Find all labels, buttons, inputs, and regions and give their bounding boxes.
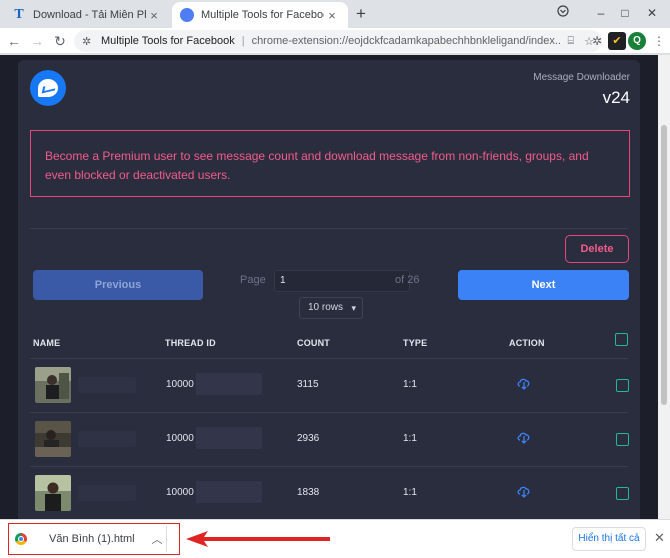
avatar: [35, 367, 71, 403]
column-header-action: ACTION: [509, 338, 545, 348]
message-count: 3115: [297, 379, 319, 390]
tab-close-icon[interactable]: ×: [324, 8, 340, 23]
annotation-arrow-icon: [186, 531, 330, 547]
app-version: v24: [602, 88, 630, 107]
blurred-thread-id: [196, 427, 262, 449]
avatar: [35, 421, 71, 457]
blurred-name: [78, 431, 136, 447]
back-button[interactable]: ←: [4, 31, 24, 51]
rows-per-page-select[interactable]: 10 rows ▾: [299, 297, 363, 319]
messenger-logo-icon: [30, 70, 66, 106]
tab-close-icon[interactable]: ×: [146, 8, 162, 23]
cloud-download-icon[interactable]: [516, 375, 532, 391]
forward-button[interactable]: →: [27, 31, 47, 51]
app-subtitle: Message Downloader: [533, 72, 630, 83]
profile-avatar[interactable]: Q: [628, 32, 646, 50]
column-header-thread-id: THREAD ID: [165, 338, 216, 348]
cloud-download-icon[interactable]: [516, 483, 532, 499]
thread-id: 10000: [166, 487, 194, 498]
blurred-name: [78, 377, 136, 393]
maximize-button[interactable]: □: [614, 3, 636, 23]
tab-multiple-tools[interactable]: Multiple Tools for Facebook by L ×: [172, 2, 348, 28]
scrollbar-thumb[interactable]: [661, 125, 667, 405]
extension-pin-icon[interactable]: ✔: [608, 32, 626, 50]
column-header-name: NAME: [33, 338, 61, 348]
show-all-button[interactable]: Hiển thị tất cả: [572, 527, 646, 551]
address-separator: |: [241, 35, 245, 47]
delete-button[interactable]: Delete: [565, 235, 629, 263]
previous-button[interactable]: Previous: [33, 270, 203, 300]
message-count: 1838: [297, 487, 320, 498]
extension-page: Message Downloader v24 Become a Premium …: [0, 55, 670, 519]
close-window-button[interactable]: ✕: [641, 3, 663, 23]
premium-notice: Become a Premium user to see message cou…: [30, 130, 630, 197]
rows-per-page-value: 10 rows: [308, 302, 344, 313]
new-tab-button[interactable]: +: [352, 5, 370, 23]
column-header-type: TYPE: [403, 338, 428, 348]
page-scrollbar[interactable]: [658, 55, 670, 519]
avatar: [35, 475, 71, 511]
download-shelf: Văn Bình (1).html ︿ Hiển thị tất cả ✕: [0, 519, 670, 558]
translate-icon[interactable]: ⌸: [568, 35, 575, 48]
column-header-count: COUNT: [297, 338, 330, 348]
chrome-account-icon[interactable]: [552, 3, 574, 23]
page-number-input[interactable]: 1: [274, 270, 410, 292]
chevron-down-icon: ▾: [351, 303, 356, 313]
next-button[interactable]: Next: [458, 270, 629, 300]
row-checkbox[interactable]: [616, 433, 629, 446]
table-row: 10000 2936 1:1: [30, 413, 629, 467]
table-row: 10000 1838 1:1: [30, 467, 629, 519]
thread-type: 1:1: [403, 487, 417, 498]
main-card: Message Downloader v24 Become a Premium …: [18, 60, 640, 519]
close-shelf-icon[interactable]: ✕: [654, 530, 665, 546]
chrome-file-icon: [15, 533, 27, 545]
chrome-menu-icon[interactable]: ⋮: [650, 32, 668, 50]
tab-download[interactable]: T Download - Tải Miễn Phí VN - Ph ×: [4, 2, 170, 28]
chevron-up-icon[interactable]: ︿: [147, 531, 167, 547]
message-count: 2936: [297, 433, 320, 444]
thread-type: 1:1: [403, 379, 417, 390]
row-checkbox[interactable]: [616, 487, 629, 500]
tab-title: Multiple Tools for Facebook by L: [201, 9, 324, 21]
blurred-thread-id: [196, 373, 262, 395]
cloud-download-icon[interactable]: [516, 429, 532, 445]
blurred-thread-id: [196, 481, 262, 503]
select-all-checkbox[interactable]: [615, 333, 628, 346]
section-divider: [30, 228, 628, 229]
extension-favicon-icon: [180, 8, 194, 22]
row-checkbox[interactable]: [616, 379, 629, 392]
address-origin: Multiple Tools for Facebook: [101, 35, 235, 47]
tab-favicon-t-icon: T: [14, 7, 24, 22]
table-row: 10000 3115 1:1: [30, 359, 629, 413]
tab-title: Download - Tải Miễn Phí VN - Ph: [33, 9, 146, 21]
address-url: chrome-extension://eojdckfcadamkapabechh…: [251, 35, 568, 47]
thread-type: 1:1: [403, 433, 417, 444]
download-separator: [166, 526, 167, 552]
download-item[interactable]: Văn Bình (1).html ︿: [8, 523, 180, 555]
extensions-puzzle-icon[interactable]: ✲: [588, 32, 606, 50]
extension-puzzle-icon: ✲: [82, 35, 92, 48]
blurred-name: [78, 485, 136, 501]
page-total-label: of 26: [395, 274, 420, 286]
address-bar[interactable]: ✲ Multiple Tools for Facebook | chrome-e…: [74, 30, 602, 52]
page-label: Page: [240, 274, 266, 286]
browser-toolbar: ← → ↻ ✲ Multiple Tools for Facebook | ch…: [0, 28, 670, 54]
minimize-button[interactable]: –: [590, 3, 612, 23]
reload-button[interactable]: ↻: [50, 31, 70, 51]
thread-id: 10000: [166, 433, 194, 444]
thread-id: 10000: [166, 379, 194, 390]
download-file-name: Văn Bình (1).html: [49, 533, 135, 545]
tab-strip: T Download - Tải Miễn Phí VN - Ph × Mult…: [0, 0, 670, 28]
